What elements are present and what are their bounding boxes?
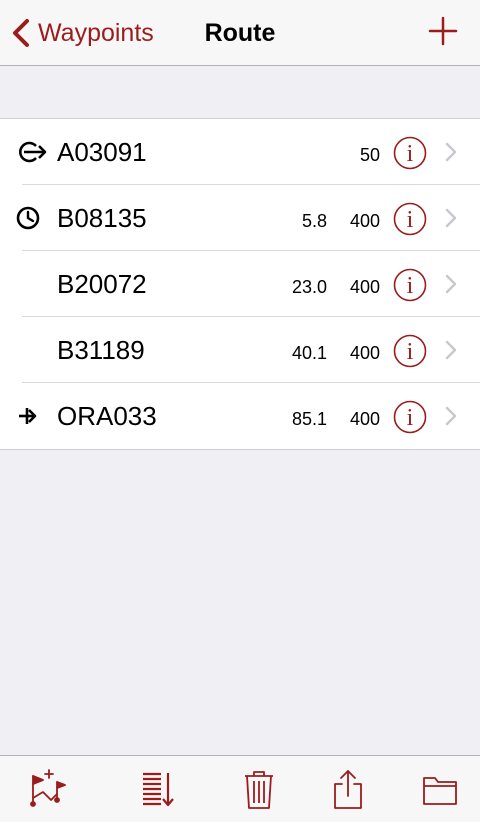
waypoint-name: B08135 — [57, 202, 147, 233]
trash-icon[interactable] — [237, 768, 281, 812]
waypoint-altitude: 400 — [349, 210, 380, 231]
chevron-right-icon — [445, 340, 457, 360]
svg-text:i: i — [407, 405, 414, 431]
waypoint-altitude: 400 — [349, 342, 380, 363]
waypoint-altitude: 400 — [349, 408, 380, 429]
route-waypoint-list: A03091 50 i B08135 5.8 400 i B20072 23.0… — [0, 118, 480, 450]
info-icon[interactable]: i — [393, 334, 427, 368]
waypoint-distance: 85.1 — [291, 408, 327, 429]
waypoint-distance: 23.0 — [291, 276, 327, 297]
sort-icon[interactable] — [137, 768, 181, 812]
info-icon[interactable]: i — [393, 136, 427, 170]
list-item[interactable]: A03091 50 i — [0, 119, 480, 185]
chevron-right-icon — [445, 406, 457, 426]
waypoint-name: ORA033 — [57, 400, 157, 431]
waypoint-distance: 40.1 — [291, 342, 327, 363]
plus-icon[interactable] — [428, 16, 458, 46]
svg-text:i: i — [407, 207, 414, 233]
waypoint-altitude: 50 — [359, 144, 380, 165]
svg-text:i: i — [407, 339, 414, 365]
info-icon[interactable]: i — [393, 202, 427, 236]
navigation-bar: Waypoints Route — [0, 0, 480, 66]
svg-text:i: i — [407, 141, 414, 167]
folder-icon[interactable] — [418, 768, 462, 812]
waypoint-altitude: 400 — [349, 276, 380, 297]
chevron-right-icon — [445, 274, 457, 294]
list-item[interactable]: ORA033 85.1 400 i — [0, 383, 480, 449]
chevron-right-icon — [445, 142, 457, 162]
list-item[interactable]: B31189 40.1 400 i — [0, 317, 480, 383]
waypoint-name: B31189 — [57, 334, 145, 365]
list-item[interactable]: B08135 5.8 400 i — [0, 185, 480, 251]
departure-icon — [19, 141, 47, 163]
waypoint-distance: 5.8 — [301, 210, 327, 231]
info-icon[interactable]: i — [393, 400, 427, 434]
page-title: Route — [204, 18, 276, 47]
info-icon[interactable]: i — [393, 268, 427, 302]
share-icon[interactable] — [326, 768, 370, 812]
clock-icon — [16, 206, 40, 230]
arrival-icon — [19, 408, 37, 424]
list-item[interactable]: B20072 23.0 400 i — [0, 251, 480, 317]
waypoint-name: A03091 — [57, 136, 147, 167]
svg-text:i: i — [407, 273, 414, 299]
waypoint-name: B20072 — [57, 268, 147, 299]
add-waypoint-flags-icon[interactable] — [27, 768, 71, 812]
chevron-right-icon — [445, 208, 457, 228]
bottom-toolbar — [0, 755, 480, 822]
